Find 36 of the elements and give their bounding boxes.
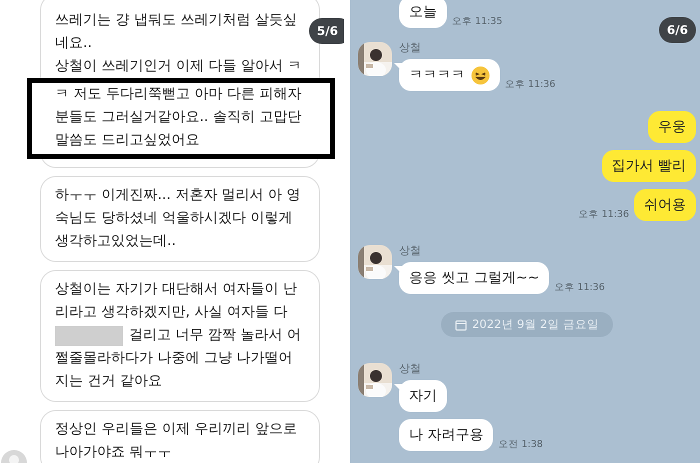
message-text: 숙님도 당하셨네 억울하시겠다 이렇게 bbox=[55, 209, 292, 228]
message-text: 나아가야죠 뭐ㅜㅜ bbox=[55, 443, 172, 462]
message-text: 우웅 bbox=[658, 118, 686, 137]
message-text: 지는 건거 같아요 bbox=[55, 372, 162, 391]
message-text: 쉬어용 bbox=[644, 196, 686, 215]
message-text: 정상인 우리들은 이제 우리끼리 앞으로 bbox=[55, 420, 297, 439]
message-text: 응응 씻고 그럴게~~ bbox=[409, 269, 540, 288]
message-text: 네요.. bbox=[55, 34, 92, 53]
message-time: 오후 11:36 bbox=[578, 208, 629, 221]
message-text: 말씀도 드리고싶었어요 bbox=[55, 131, 200, 150]
message-time: 오후 11:35 bbox=[452, 15, 502, 28]
message-text: 분들도 그러실거같아요.. 솔직히 고맙단 bbox=[55, 108, 302, 127]
sender-name: 상철 bbox=[399, 40, 422, 55]
message-text: 생각하고있었는데.. bbox=[55, 232, 176, 251]
page-badge: 5/6 bbox=[308, 18, 344, 44]
message-text: 자기 bbox=[409, 387, 437, 406]
message-text: 걸리고 너무 깜짝 놀라서 어 bbox=[129, 326, 301, 345]
sender-name: 상철 bbox=[399, 243, 422, 258]
message-text: 리라고 생각하겠지만, 사실 여자들 다 bbox=[55, 303, 288, 322]
message-text: 오늘 bbox=[409, 3, 437, 22]
message-time: 오후 11:36 bbox=[505, 78, 556, 91]
message-text: ㅋ 저도 두다리쭉뻗고 아마 다른 피해자 bbox=[55, 85, 302, 104]
date-text: 2022년 9월 2일 금요일 bbox=[472, 317, 599, 332]
sender-name: 상철 bbox=[399, 361, 422, 376]
message-text: 상철이는 자기가 대단해서 여자들이 난 bbox=[55, 280, 297, 299]
message-time: 오후 11:36 bbox=[554, 281, 605, 294]
page-badge: 6/6 bbox=[658, 17, 696, 43]
message-text: 나 자려구용 bbox=[409, 426, 484, 445]
message-text: 쩔줄몰라하다가 나중에 그냥 나가떨어 bbox=[55, 349, 292, 368]
message-text: ㅋㅋㅋㅋ bbox=[409, 66, 465, 85]
message-text: 집가서 빨리 bbox=[612, 157, 686, 176]
message-text: 상철이 쓰레기인거 이제 다들 알아서 ㅋ bbox=[55, 57, 302, 76]
message-text: 쓰레기는 걍 냅둬도 쓰레기처럼 살듯싶 bbox=[55, 11, 297, 30]
calendar-icon bbox=[455, 318, 468, 330]
message-text: 하ㅜㅜ 이게진짜... 저혼자 멀리서 아 영 bbox=[55, 186, 301, 205]
message-time: 오전 1:38 bbox=[498, 438, 543, 451]
